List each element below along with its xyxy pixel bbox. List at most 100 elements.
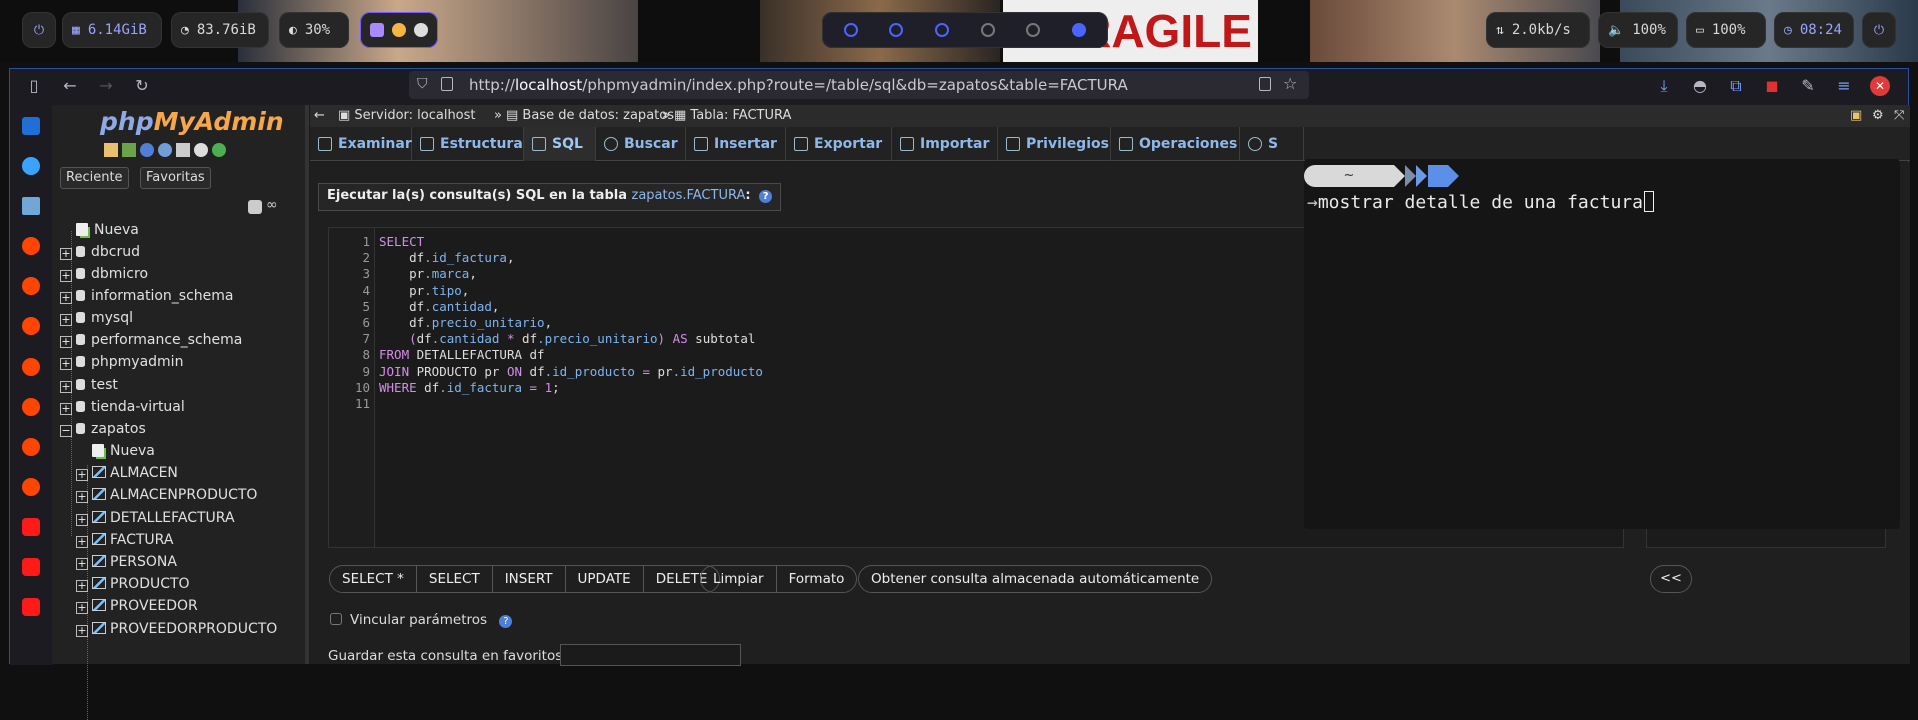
reddit-icon[interactable]: [22, 398, 40, 416]
checkbox-icon[interactable]: [330, 613, 342, 625]
code-line[interactable]: JOIN PRODUCTO pr ON df.id_producto = pr.…: [379, 364, 763, 379]
command-line[interactable]: →mostrar detalle de una factura: [1307, 191, 1654, 213]
reader-view-icon[interactable]: [1259, 77, 1271, 91]
code-line[interactable]: df.cantidad,: [379, 299, 499, 314]
youtube-icon[interactable]: [22, 518, 40, 536]
expand-icon[interactable]: +: [76, 580, 88, 592]
reload-nav-icon[interactable]: [212, 143, 226, 157]
tools-icon[interactable]: ✎: [1798, 76, 1818, 96]
table-item[interactable]: + ALMACENPRODUCTO: [76, 485, 257, 505]
tab-search[interactable]: Buscar: [596, 127, 686, 161]
settings-gear-icon[interactable]: ⚙: [1872, 105, 1884, 127]
db-item[interactable]: + dbmicro: [60, 264, 148, 284]
expand-icon[interactable]: +: [60, 314, 72, 326]
expand-icon[interactable]: +: [60, 381, 72, 393]
reddit-icon[interactable]: [22, 237, 40, 255]
settings-gear-icon[interactable]: [194, 143, 208, 157]
expand-icon[interactable]: +: [76, 491, 88, 503]
table-item[interactable]: + PROVEEDORPRODUCTO: [76, 619, 277, 639]
expand-icon[interactable]: +: [60, 248, 72, 260]
code-line[interactable]: (df.cantidad * df.precio_unitario) AS su…: [379, 331, 755, 346]
table-item[interactable]: + PROVEEDOR: [76, 596, 198, 616]
expand-icon[interactable]: +: [76, 469, 88, 481]
table-item[interactable]: + PRODUCTO: [76, 574, 190, 594]
collapse-icon[interactable]: ⤧: [1894, 105, 1904, 127]
breadcrumb-server[interactable]: ▣ Servidor: localhost: [338, 105, 476, 127]
terminal-window[interactable]: ~ →mostrar detalle de una factura: [1304, 159, 1900, 529]
new-table-link[interactable]: Nueva: [92, 441, 155, 461]
page-info-icon[interactable]: [441, 77, 453, 91]
code-line[interactable]: SELECT: [379, 234, 424, 249]
sidebar-toggle-icon[interactable]: ▯: [24, 76, 44, 96]
expand-icon[interactable]: +: [76, 536, 88, 548]
code-line[interactable]: pr.tipo,: [379, 283, 469, 298]
workspace-5-icon[interactable]: [1026, 23, 1041, 37]
stored-query-button[interactable]: Obtener consulta almacenada automáticame…: [859, 566, 1211, 592]
favorite-tables-button[interactable]: Favoritas: [140, 167, 211, 189]
select-all-button[interactable]: SELECT *: [330, 566, 417, 592]
expand-icon[interactable]: +: [76, 514, 88, 526]
clear-button[interactable]: Limpiar: [701, 566, 777, 592]
reddit-icon[interactable]: [22, 358, 40, 376]
extensions-puzzle-icon[interactable]: ⧉: [1726, 76, 1746, 96]
volume-widget[interactable]: 🔈 100%: [1598, 12, 1678, 48]
expand-icon[interactable]: +: [60, 292, 72, 304]
docs-icon[interactable]: [158, 143, 172, 157]
favorite-query-input[interactable]: [560, 644, 741, 666]
workspace-1-icon[interactable]: [843, 23, 858, 37]
youtube-icon[interactable]: [22, 558, 40, 576]
tab-export[interactable]: Exportar: [786, 127, 892, 161]
workspace-6-icon[interactable]: [1072, 23, 1087, 37]
db-item[interactable]: + information_schema: [60, 286, 234, 306]
reddit-icon[interactable]: [22, 277, 40, 295]
db-item[interactable]: + phpmyadmin: [60, 352, 183, 372]
collapse-all-icon[interactable]: [248, 200, 262, 214]
phpmyadmin-logo[interactable]: phpMyAdmin: [100, 107, 284, 136]
expand-icon[interactable]: +: [60, 403, 72, 415]
close-window-icon[interactable]: ✕: [1870, 76, 1890, 96]
reddit-icon[interactable]: [22, 478, 40, 496]
app-grid-icon[interactable]: [22, 197, 40, 215]
logout-icon[interactable]: [122, 143, 136, 157]
menu-icon[interactable]: ≡: [1834, 76, 1854, 96]
clock-widget[interactable]: ◷ 08:24: [1774, 12, 1854, 48]
update-button[interactable]: UPDATE: [566, 566, 644, 592]
format-button[interactable]: Formato: [777, 566, 857, 592]
lock-icon[interactable]: ▣: [1850, 105, 1862, 127]
breadcrumb-database[interactable]: ▤ Base de datos: zapatos: [506, 105, 674, 127]
code-line[interactable]: FROM DETALLEFACTURA df: [379, 347, 545, 362]
workspace-2-icon[interactable]: [889, 23, 904, 37]
db-item[interactable]: + test: [60, 375, 118, 395]
db-item[interactable]: + performance_schema: [60, 330, 242, 350]
url-bar[interactable]: ⛉ http://localhost/phpmyadmin/index.php?…: [409, 71, 1309, 99]
code-line[interactable]: WHERE df.id_factura = 1;: [379, 380, 560, 395]
expand-icon[interactable]: +: [60, 336, 72, 348]
onedrive-icon[interactable]: [22, 157, 40, 175]
insert-button[interactable]: INSERT: [493, 566, 566, 592]
bolt-icon[interactable]: [392, 23, 406, 37]
bookmark-star-icon[interactable]: ☆: [1283, 74, 1297, 93]
downloads-icon[interactable]: ⤓: [1654, 76, 1674, 96]
workspaces[interactable]: [822, 12, 1108, 48]
url-text[interactable]: http://localhost/phpmyadmin/index.php?ro…: [469, 76, 1128, 94]
session-button[interactable]: ⏻: [1862, 12, 1896, 48]
code-line[interactable]: df.id_factura,: [379, 250, 514, 265]
recent-tables-button[interactable]: Reciente: [60, 167, 129, 189]
collapse-columns-button[interactable]: <<: [1650, 565, 1692, 593]
tab-tracking[interactable]: S: [1240, 127, 1304, 161]
bind-parameters-checkbox[interactable]: Vincular parámetros ?: [330, 612, 513, 628]
db-item[interactable]: + mysql: [60, 308, 133, 328]
ublock-icon[interactable]: ◼: [1762, 76, 1782, 96]
tab-privileges[interactable]: Privilegios: [998, 127, 1111, 161]
db-item[interactable]: + tienda-virtual: [60, 397, 185, 417]
home-icon[interactable]: [104, 143, 118, 157]
table-item[interactable]: + DETALLEFACTURA: [76, 508, 235, 528]
select-button[interactable]: SELECT: [417, 566, 493, 592]
tray-apps[interactable]: [360, 12, 438, 48]
new-database-link[interactable]: Nueva: [76, 220, 139, 240]
breadcrumb-table[interactable]: ▦ Tabla: FACTURA: [674, 105, 791, 127]
back-icon[interactable]: ←: [60, 76, 80, 96]
outlook-icon[interactable]: [22, 117, 40, 135]
steam-icon[interactable]: [414, 23, 428, 37]
tab-browse[interactable]: Examinar: [310, 127, 412, 161]
